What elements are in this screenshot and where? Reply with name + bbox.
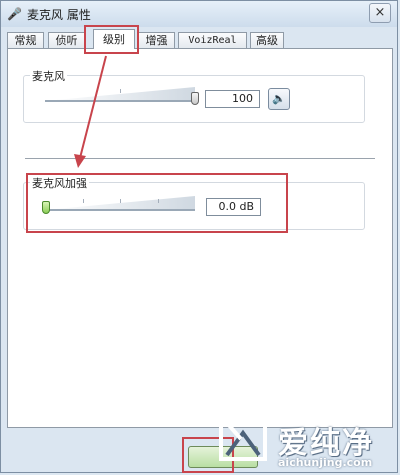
speaker-icon[interactable]: 🔈 (268, 88, 290, 110)
levels-panel: 麦克风 100 🔈 麦克风加强 0.0 dB (7, 48, 393, 428)
microphone-slider-thumb[interactable] (191, 92, 199, 105)
tab-listen[interactable]: 侦听 (48, 32, 85, 48)
boost-highlight-box (26, 173, 288, 233)
microphone-slider-base (45, 100, 195, 102)
watermark-logo-icon (219, 413, 267, 461)
title-bar[interactable]: 🎤 麦克风 属性 × (1, 1, 397, 27)
slider-tick (120, 89, 121, 93)
tab-general[interactable]: 常规 (7, 32, 44, 48)
section-divider (25, 158, 375, 159)
tab-enhancements[interactable]: 增强 (138, 32, 175, 48)
microphone-icon: 🎤 (7, 7, 22, 21)
close-button[interactable]: × (369, 3, 391, 23)
window-title: 麦克风 属性 (27, 8, 91, 22)
properties-window: 🎤 麦克风 属性 × 常规 侦听 级别 增强 VoizReal Exp 高级 麦… (0, 0, 398, 473)
tab-advanced[interactable]: 高级 (250, 32, 284, 48)
tab-levels[interactable]: 级别 (93, 29, 135, 49)
microphone-label: 麦克风 (30, 68, 67, 84)
tab-voizreal-exp[interactable]: VoizReal Exp (178, 32, 247, 62)
microphone-level-value[interactable]: 100 (205, 90, 260, 108)
watermark-url: aichunjing.com (278, 456, 373, 469)
